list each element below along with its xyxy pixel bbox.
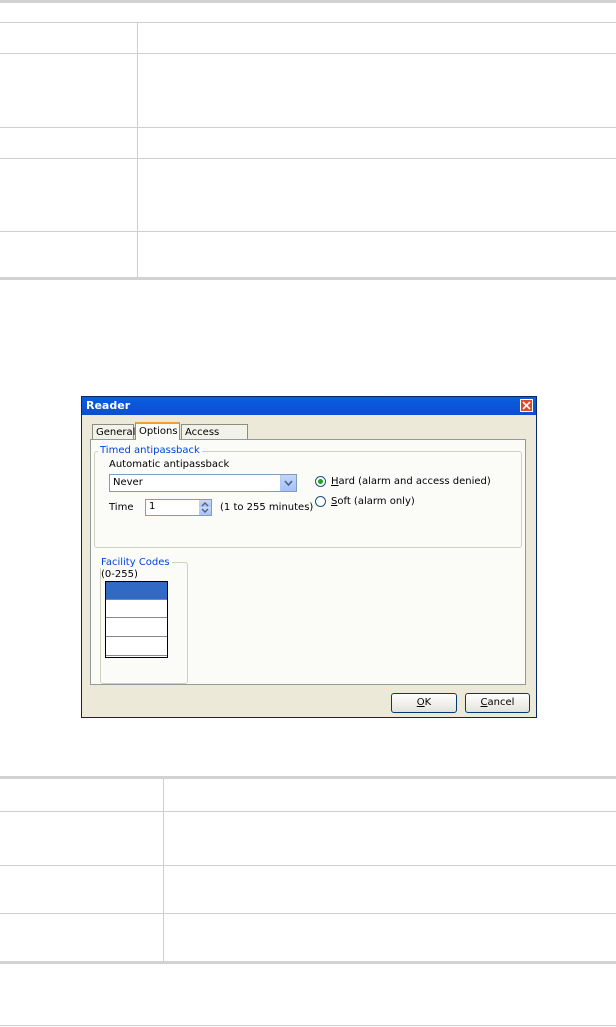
hard-radio-label[interactable]: Hard (alarm and access denied) [331,476,491,487]
close-button[interactable] [520,399,533,412]
list-item[interactable] [106,600,167,618]
tab-general[interactable]: General [92,424,136,439]
table-rule [0,127,616,128]
table-rule [0,776,616,779]
button-label: K [424,697,432,708]
reader-dialog: Reader General Options Access event Time… [81,396,537,718]
spin-down-button[interactable] [199,507,211,515]
close-icon [522,401,531,410]
automatic-antipassback-select[interactable]: Never [109,474,297,492]
radio-selected-dot [318,479,323,484]
dialog-title: Reader [86,399,131,412]
group-legend: Facility Codes [99,557,172,568]
soft-radio-label[interactable]: Soft (alarm only) [331,496,415,507]
table-rule [0,158,616,159]
time-label: Time [109,502,134,513]
automatic-antipassback-label: Automatic antipassback [109,459,230,470]
arrow-down-icon [201,508,209,513]
soft-radio[interactable] [315,496,326,507]
tab-options[interactable]: Options [135,422,180,440]
ok-button[interactable]: OK [391,693,457,713]
label-text: ard (alarm and access denied) [338,476,491,487]
chevron-down-icon [284,480,293,487]
table-rule [0,913,616,914]
select-value: Never [113,477,143,488]
button-label: ancel [487,697,515,708]
cancel-button[interactable]: Cancel [465,693,530,713]
table-rule [0,277,616,280]
bottom-rule [0,1025,616,1026]
facility-range-label: (0-255) [101,569,138,580]
table-rule [0,53,616,54]
table-rule [0,865,616,866]
table-column-divider [137,22,138,278]
facility-codes-group: Facility Codes (0-255) [99,557,188,684]
dropdown-button[interactable] [280,475,296,491]
label-text: oft (alarm only) [337,496,415,507]
table-rule [0,961,616,964]
list-item[interactable] [106,619,167,637]
list-item[interactable] [106,582,167,600]
table-rule [0,811,616,812]
access-key: H [331,476,339,487]
hard-radio[interactable] [315,476,326,487]
timed-antipassback-group: Timed antipassback Automatic antipassbac… [94,445,522,548]
time-spinner[interactable]: 1 [145,499,212,516]
tab-label: General [96,427,136,438]
table-rule [0,22,616,23]
time-range-label: (1 to 255 minutes) [220,502,314,513]
title-bar[interactable]: Reader [82,397,536,415]
group-legend: Timed antipassback [98,445,202,456]
table-column-divider [163,778,164,963]
facility-codes-list[interactable] [105,581,168,658]
options-panel: Timed antipassback Automatic antipassbac… [90,439,526,685]
access-key: O [416,697,425,708]
list-item[interactable] [106,638,167,656]
tab-access-event[interactable]: Access event [181,424,248,453]
time-value: 1 [149,501,156,512]
table-rule [0,231,616,232]
access-key: C [480,697,488,708]
top-rule [0,0,616,3]
tab-label: Options [139,426,178,437]
